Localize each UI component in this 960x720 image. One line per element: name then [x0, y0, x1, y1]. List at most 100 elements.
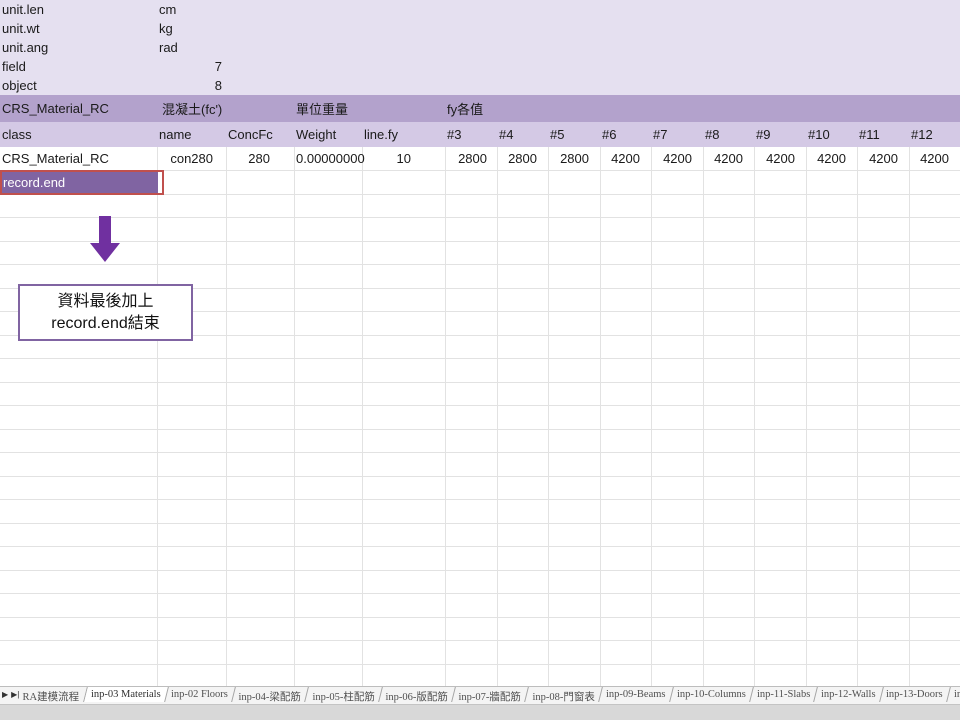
spreadsheet-grid[interactable]: unit.len cm unit.wt kg unit.ang rad fiel…: [0, 0, 960, 686]
column-header[interactable]: class: [0, 122, 157, 147]
column-header-row[interactable]: class name ConcFc Weight line.fy #3 #4 #…: [0, 122, 960, 147]
sheet-tab-label: inp-13-Doors: [886, 689, 944, 700]
concrete-group-label[interactable]: 混凝土(fc'): [160, 95, 290, 122]
meta-row[interactable]: field 7: [0, 57, 960, 76]
table-cell[interactable]: 4200: [754, 147, 806, 170]
table-cell[interactable]: 4200: [806, 147, 857, 170]
sheet-tab[interactable]: inp-12-Walls: [814, 687, 884, 702]
table-name-cell[interactable]: CRS_Material_RC: [0, 95, 157, 122]
grid-line: [0, 499, 960, 500]
meta-value[interactable]: 7: [157, 57, 226, 76]
table-cell[interactable]: 4200: [703, 147, 754, 170]
meta-key[interactable]: unit.len: [0, 0, 157, 19]
meta-row[interactable]: object 8: [0, 76, 960, 95]
meta-value[interactable]: cm: [157, 0, 226, 19]
sheet-tab-label: inp-06-版配筋: [385, 692, 448, 703]
meta-key[interactable]: object: [0, 76, 157, 95]
sheet-tab[interactable]: inp-06-版配筋: [379, 687, 457, 703]
column-header[interactable]: #6: [600, 122, 651, 147]
sheet-tab[interactable]: inp-07-牆配筋: [452, 687, 530, 703]
meta-row[interactable]: unit.ang rad: [0, 38, 960, 57]
grid-line: [600, 147, 601, 686]
column-header[interactable]: #8: [703, 122, 754, 147]
column-header[interactable]: #11: [857, 122, 909, 147]
meta-value[interactable]: kg: [157, 19, 226, 38]
sheet-tab-label: inp-10-Columns: [676, 689, 746, 700]
meta-row[interactable]: unit.wt kg: [0, 19, 960, 38]
grid-line: [0, 241, 960, 242]
grid-line: [0, 429, 960, 430]
grid-line: [497, 147, 498, 686]
table-cell[interactable]: 4200: [600, 147, 651, 170]
column-header[interactable]: #5: [548, 122, 600, 147]
sheet-tab-label: inp-05-柱配筋: [312, 692, 375, 703]
sheet-tab-label: inp-13-Windows: [954, 689, 960, 700]
sheet-tab[interactable]: inp-05-柱配筋: [305, 687, 383, 703]
sheet-tab-label: inp-09-Beams: [606, 689, 666, 700]
grid-line: [857, 147, 858, 686]
grid-line: [0, 617, 960, 618]
table-cell[interactable]: con280: [157, 147, 226, 170]
horizontal-scrollbar[interactable]: [0, 704, 960, 720]
sheet-tab-label: inp-08-門窗表: [532, 692, 595, 703]
sheet-tab[interactable]: inp-08-門窗表: [526, 687, 604, 703]
column-header[interactable]: line.fy: [362, 122, 445, 147]
grid-line: [157, 147, 158, 686]
table-cell[interactable]: 2800: [548, 147, 600, 170]
tab-scroll-left-icon[interactable]: ▶: [2, 690, 8, 699]
column-header[interactable]: Weight: [294, 122, 362, 147]
meta-value[interactable]: rad: [157, 38, 226, 57]
sheet-tab[interactable]: inp-03 Materials: [83, 687, 169, 702]
table-cell[interactable]: 2800: [445, 147, 497, 170]
column-header[interactable]: #12: [909, 122, 960, 147]
table-title-row[interactable]: CRS_Material_RC 混凝土(fc') 單位重量 fy各值: [0, 95, 960, 122]
sheet-tab[interactable]: inp-04-梁配筋: [232, 687, 310, 703]
sheet-tab[interactable]: inp-11-Slabs: [749, 687, 818, 702]
table-cell[interactable]: 4200: [857, 147, 909, 170]
sheet-tab[interactable]: RA建模流程: [16, 687, 88, 703]
grid-line: [0, 546, 960, 547]
column-header[interactable]: ConcFc: [226, 122, 294, 147]
sheet-tab-label: inp-03 Materials: [90, 689, 161, 700]
table-cell[interactable]: 0.00000000: [294, 147, 365, 170]
sheet-tab[interactable]: inp-02 Floors: [164, 687, 237, 702]
table-cell[interactable]: 2800: [497, 147, 548, 170]
column-header[interactable]: #7: [651, 122, 703, 147]
grid-line: [909, 147, 910, 686]
meta-key[interactable]: unit.ang: [0, 38, 157, 57]
table-cell[interactable]: 10: [362, 147, 445, 170]
fy-group-label[interactable]: fy各值: [445, 95, 585, 122]
grid-line: [651, 147, 652, 686]
column-header[interactable]: #9: [754, 122, 806, 147]
meta-value[interactable]: 8: [157, 76, 226, 95]
table-cell[interactable]: 4200: [909, 147, 960, 170]
sheet-tab-label: RA建模流程: [22, 692, 80, 703]
table-cell[interactable]: CRS_Material_RC: [0, 147, 157, 170]
table-cell[interactable]: 280: [226, 147, 294, 170]
table-row[interactable]: CRS_Material_RC con280 280 0.00000000 10…: [0, 147, 960, 170]
grid-line: [0, 405, 960, 406]
grid-line: [0, 476, 960, 477]
record-end-cell[interactable]: record.end: [0, 170, 158, 194]
grid-line: [445, 147, 446, 686]
grid-line: [0, 570, 960, 571]
grid-line: [0, 593, 960, 594]
sheet-tab[interactable]: inp-13-Doors: [879, 687, 951, 702]
grid-line: [0, 640, 960, 641]
meta-row[interactable]: unit.len cm: [0, 0, 960, 19]
column-header[interactable]: #3: [445, 122, 497, 147]
sheet-tab[interactable]: inp-13-Windows: [947, 687, 960, 702]
sheet-tab[interactable]: inp-10-Columns: [669, 687, 754, 702]
grid-line: [0, 358, 960, 359]
grid-line: [0, 664, 960, 665]
table-cell[interactable]: 4200: [651, 147, 703, 170]
grid-line: [0, 194, 960, 195]
meta-key[interactable]: field: [0, 57, 157, 76]
column-header[interactable]: #4: [497, 122, 548, 147]
column-header[interactable]: #10: [806, 122, 857, 147]
grid-line: [754, 147, 755, 686]
sheet-tab[interactable]: inp-09-Beams: [599, 687, 674, 702]
unit-weight-group-label[interactable]: 單位重量: [294, 95, 434, 122]
column-header[interactable]: name: [157, 122, 226, 147]
meta-key[interactable]: unit.wt: [0, 19, 157, 38]
